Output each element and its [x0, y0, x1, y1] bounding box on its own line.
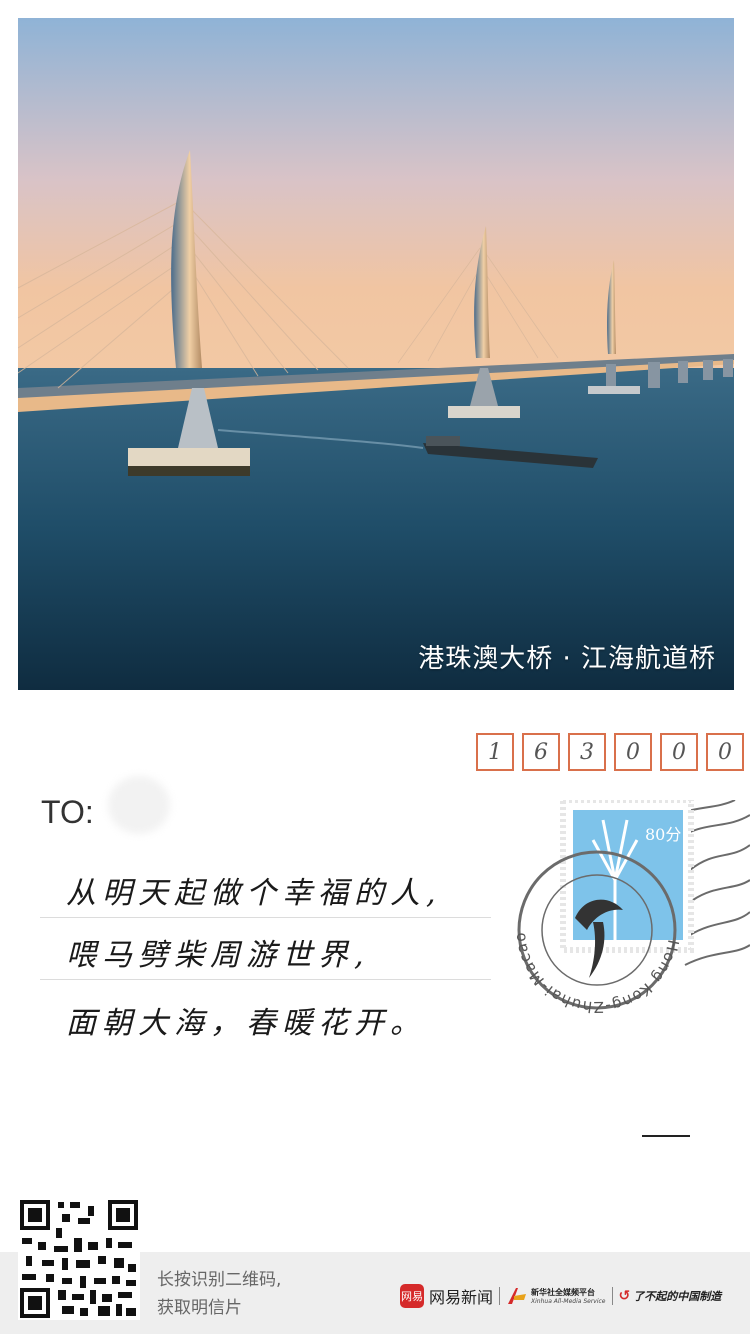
divider-dash	[642, 1135, 690, 1137]
stamp-value: 80分	[645, 825, 681, 844]
message-line-2: 喂马劈柴周游世界,	[66, 938, 370, 973]
postage-stamp: 80分 Hong Kong-Zhuhai-Macao Bridge	[509, 786, 750, 1035]
message-rule	[40, 979, 491, 980]
logo-separator	[499, 1287, 501, 1305]
postcode-digit: 6	[522, 733, 560, 771]
postcode-digit: 0	[706, 733, 744, 771]
xinhua-en-label: Xinhua All-Media Service	[531, 1298, 606, 1305]
china-made-label: 了不起的中国制造	[633, 1290, 722, 1303]
qr-hint: 长按识别二维码, 获取明信片	[157, 1266, 281, 1322]
postcode-digit: 0	[660, 733, 698, 771]
photo-caption: 港珠澳大桥 · 江海航道桥	[418, 644, 716, 674]
recipient-blurred	[108, 776, 170, 834]
qr-code-image	[18, 1198, 140, 1320]
logo-separator	[611, 1287, 613, 1305]
xinhua-logo: 新华社全媒频平台 Xinhua All-Media Service	[506, 1286, 606, 1306]
bridge-photo	[18, 18, 734, 690]
qr-hint-line1: 长按识别二维码,	[157, 1270, 282, 1290]
message-line-1: 从明天起做个幸福的人,	[66, 876, 442, 911]
postcode-digit: 1	[476, 733, 514, 771]
postcode-digit: 0	[614, 733, 652, 771]
qr-code[interactable]	[18, 1198, 140, 1320]
netease-logo-icon: 网易	[400, 1284, 424, 1308]
postcode-boxes: 1 6 3 0 0 0	[476, 733, 744, 771]
message-line-3: 面朝大海，春暖花开。	[66, 1006, 426, 1041]
stamp-graphic: 80分 Hong Kong-Zhuhai-Macao Bridge	[509, 786, 750, 1016]
qr-hint-line2: 获取明信片	[157, 1298, 242, 1318]
partner-logos: 网易 网易新闻 新华社全媒频平台 Xinhua All-Media Servic…	[400, 1284, 721, 1308]
message-rule	[40, 917, 491, 918]
bridge-image	[18, 18, 734, 690]
postcode-digit: 3	[568, 733, 606, 771]
to-label: TO:	[41, 794, 94, 830]
xinhua-cn-label: 新华社全媒频平台	[531, 1288, 596, 1297]
xinhua-flag-icon	[508, 1288, 527, 1304]
netease-news-label: 网易新闻	[429, 1288, 494, 1307]
china-made-icon: ↺	[618, 1288, 631, 1304]
